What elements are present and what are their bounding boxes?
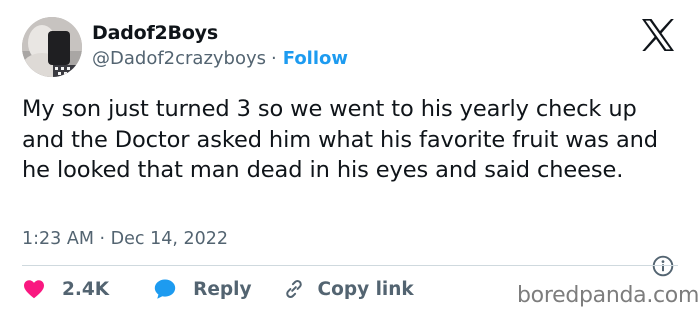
tweet-text: My son just turned 3 so we went to his y… (22, 96, 658, 183)
divider (22, 265, 678, 266)
reply-label: Reply (193, 278, 252, 300)
tweet-timestamp[interactable]: 1:23 AM · Dec 14, 2022 (22, 229, 228, 249)
tweet-time: 1:23 AM (22, 229, 94, 249)
speech-bubble-icon (154, 279, 176, 299)
like-button[interactable]: 2.4K (22, 277, 109, 301)
info-icon[interactable] (652, 255, 674, 277)
avatar[interactable] (22, 17, 82, 77)
timestamp-separator: · (99, 229, 106, 249)
follow-button[interactable]: Follow (283, 48, 348, 69)
author-handle[interactable]: @Dadof2crazyboys (92, 48, 266, 69)
tweet-date: Dec 14, 2022 (110, 229, 229, 249)
avatar-image (22, 17, 82, 77)
heart-icon (24, 280, 44, 299)
link-icon (285, 280, 302, 298)
copy-link-button[interactable]: Copy link (282, 277, 414, 301)
like-count: 2.4K (62, 278, 110, 300)
handle-separator: · (271, 48, 277, 69)
reply-button[interactable]: Reply (153, 277, 252, 301)
action-bar: 2.4K Reply Copy link (22, 277, 414, 301)
source-watermark: boredpanda.com (517, 283, 700, 308)
x-logo-icon[interactable] (640, 18, 676, 52)
author-handle-row: @Dadof2crazyboys · Follow (92, 48, 348, 69)
copy-link-label: Copy link (317, 278, 414, 300)
author-display-name[interactable]: Dadof2Boys (92, 22, 218, 44)
